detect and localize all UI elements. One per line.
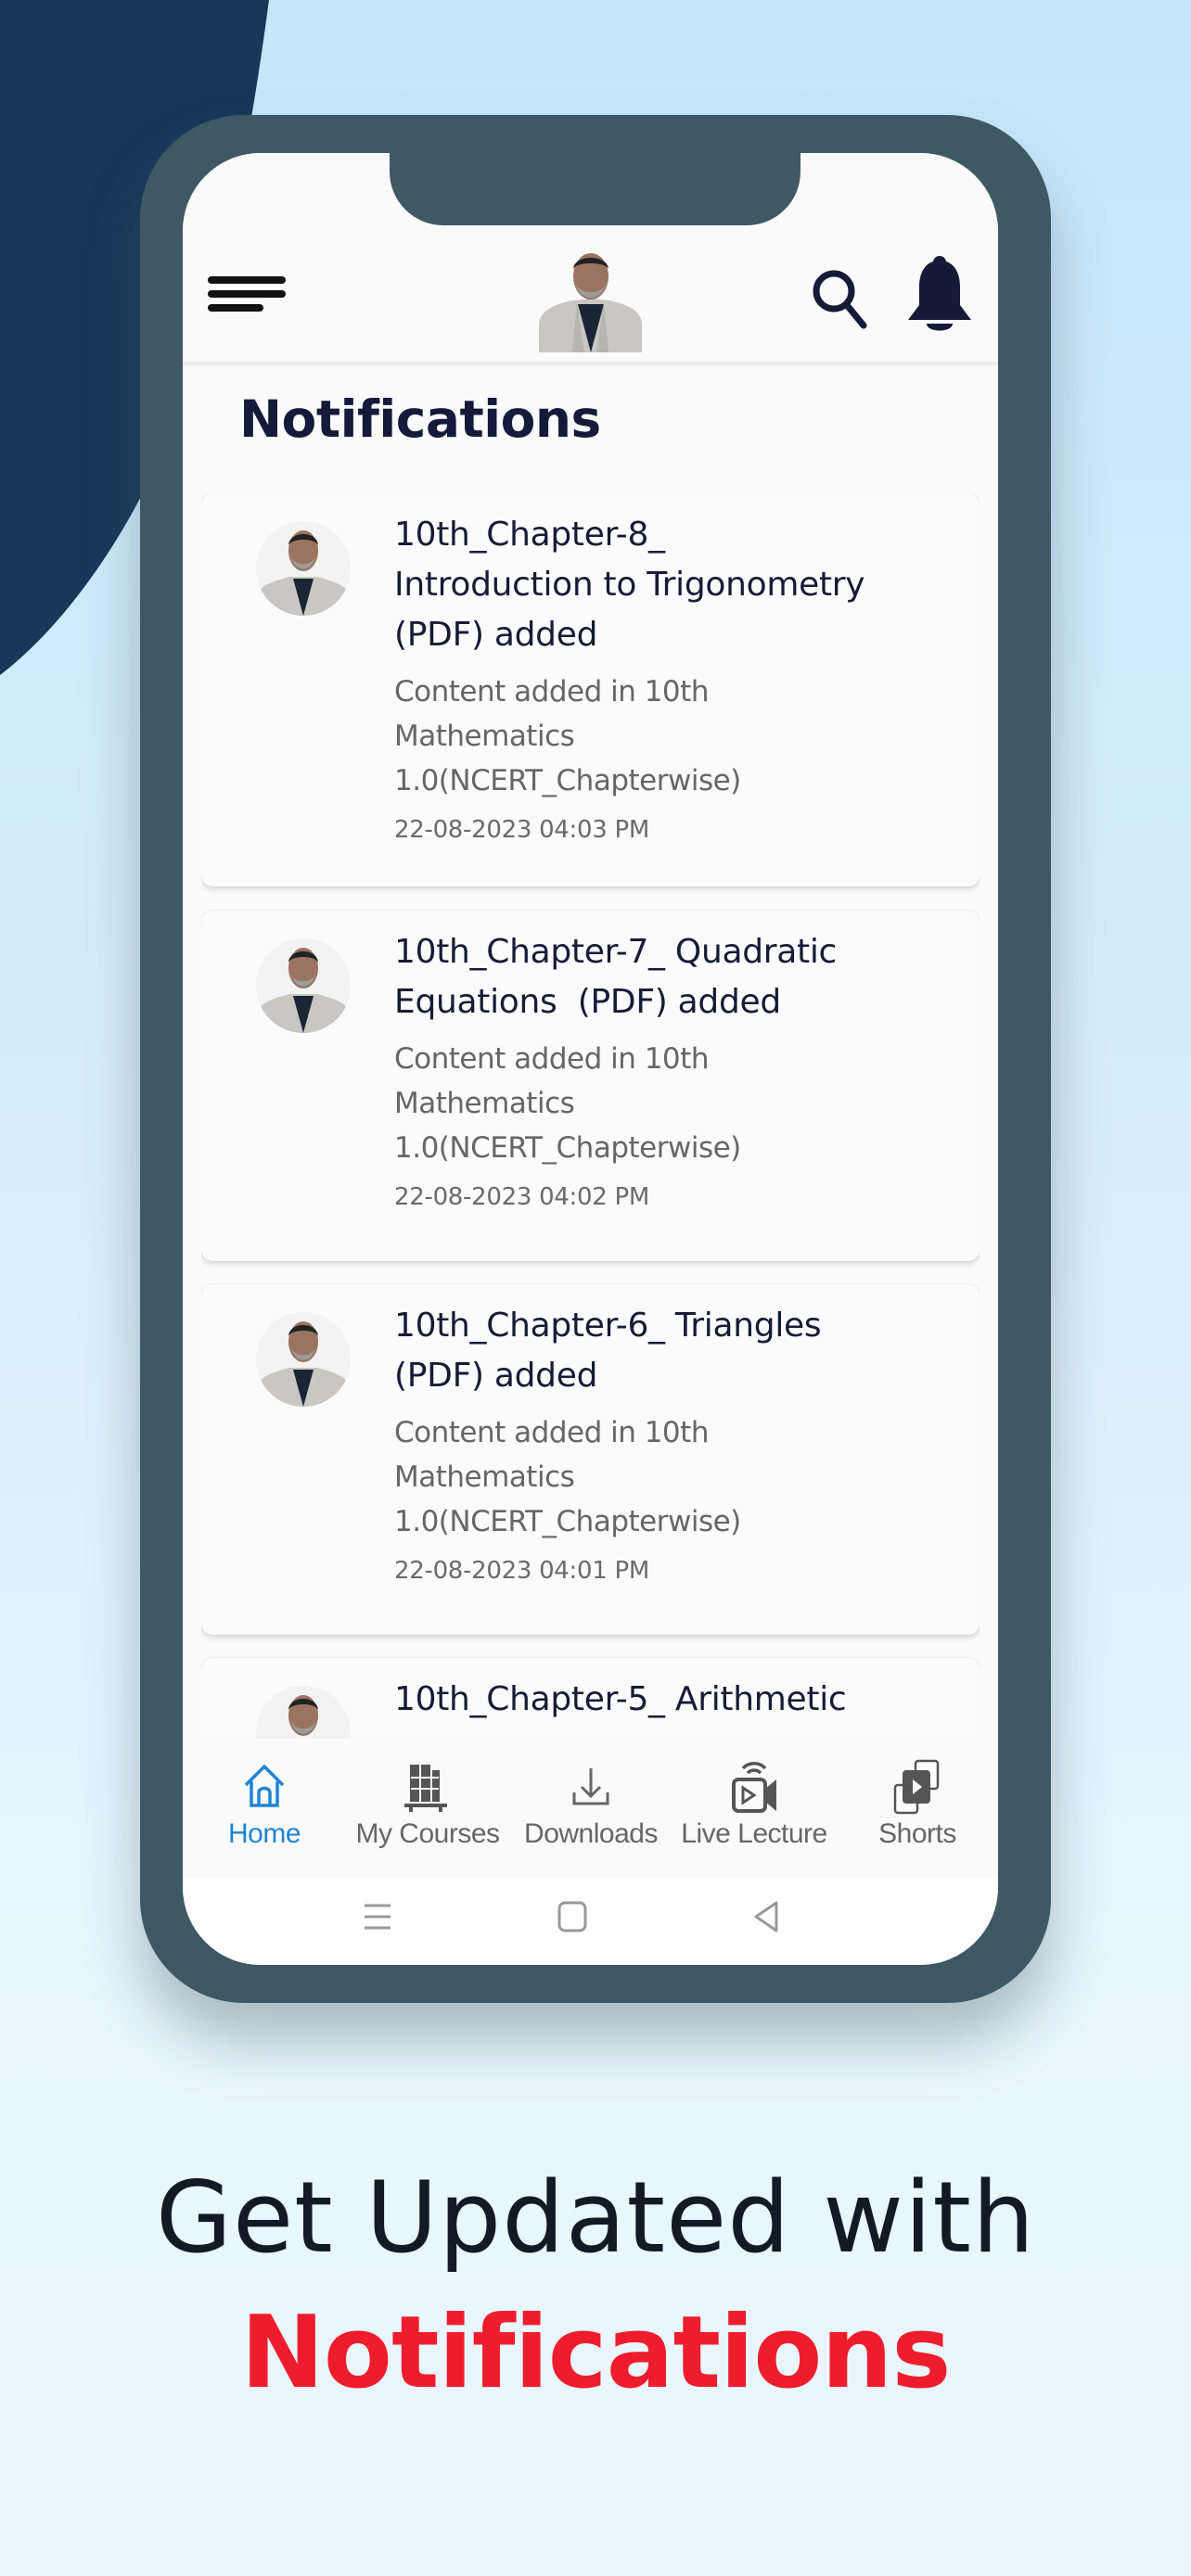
home-button[interactable]: [554, 1898, 591, 1935]
notification-list[interactable]: 10th_Chapter-8_ Introduction to Trigonom…: [201, 493, 980, 1739]
notification-title: 10th_Chapter-6_ Triangles (PDF) added: [394, 1301, 952, 1401]
notification-card[interactable]: 10th_Chapter-8_ Introduction to Trigonom…: [201, 493, 980, 886]
notification-subtitle: Content added in 10th Mathematics 1.0(NC…: [394, 1042, 741, 1165]
title-line: 10th_Chapter-8_: [394, 516, 665, 554]
title-line: (PDF) added: [394, 1357, 598, 1395]
search-icon[interactable]: [810, 267, 871, 332]
nav-item-live-lecture[interactable]: Live Lecture: [672, 1739, 836, 1868]
shorts-icon: [893, 1759, 940, 1815]
notification-date: 22-08-2023 04:01 PM: [394, 1557, 649, 1585]
notification-card[interactable]: 10th_Chapter-6_ Triangles (PDF) added Co…: [201, 1284, 980, 1635]
books-icon: [404, 1765, 447, 1812]
notification-date: 22-08-2023 04:02 PM: [394, 1183, 649, 1211]
nav-item-home[interactable]: Home: [183, 1739, 346, 1868]
avatar-image: [256, 1312, 351, 1407]
instructor-logo[interactable]: [535, 249, 646, 352]
bottom-nav: Home My Courses Downloads Live Lecture S…: [183, 1739, 998, 1878]
nav-label: Home: [227, 1818, 301, 1849]
title-line: 10th_Chapter-6_ Triangles: [394, 1307, 822, 1345]
avatar-image: [256, 938, 351, 1033]
notification-title: 10th_Chapter-7_ Quadratic Equations (PDF…: [394, 927, 952, 1027]
download-icon: [572, 1768, 609, 1805]
nav-label: Shorts: [878, 1818, 956, 1849]
nav-label: My Courses: [355, 1818, 500, 1849]
title-line: 10th_Chapter-7_ Quadratic: [394, 933, 838, 971]
phone-notch: [390, 153, 800, 225]
nav-item-downloads[interactable]: Downloads: [509, 1739, 672, 1868]
notification-subtitle: Content added in 10th Mathematics 1.0(NC…: [394, 675, 741, 797]
notification-card[interactable]: 10th_Chapter-7_ Quadratic Equations (PDF…: [201, 911, 980, 1261]
recents-button[interactable]: [359, 1898, 396, 1935]
notification-card[interactable]: 10th_Chapter-5_ Arithmetic: [201, 1658, 980, 1739]
home-icon: [244, 1765, 285, 1807]
notification-content: 10th_Chapter-6_ Triangles (PDF) added Co…: [394, 1301, 952, 1585]
notification-content: 10th_Chapter-8_ Introduction to Trigonom…: [394, 510, 952, 844]
avatar: [256, 521, 351, 616]
notification-subtitle: Content added in 10th Mathematics 1.0(NC…: [394, 1416, 741, 1538]
phone-screen: Notifications 10th_Chapter-8_ Introducti…: [183, 153, 998, 1965]
nav-label: Live Lecture: [681, 1818, 827, 1849]
avatar: [256, 938, 351, 1033]
avatar: [256, 1312, 351, 1407]
nav-label: Downloads: [524, 1818, 658, 1849]
menu-icon[interactable]: [208, 276, 286, 319]
page-title: Notifications: [239, 389, 601, 449]
notification-content: 10th_Chapter-5_ Arithmetic: [394, 1675, 952, 1725]
title-line: Equations (PDF) added: [394, 983, 781, 1021]
notification-title: 10th_Chapter-5_ Arithmetic: [394, 1675, 952, 1725]
tagline-line-1: Get Updated with: [155, 2161, 1036, 2275]
title-line: (PDF) added: [394, 616, 598, 654]
avatar: [256, 1686, 351, 1739]
system-navigation-bar: [183, 1878, 998, 1965]
nav-item-shorts[interactable]: Shorts: [836, 1739, 998, 1868]
title-line: 10th_Chapter-5_ Arithmetic: [394, 1680, 847, 1718]
title-line: Introduction to Trigonometry: [394, 566, 865, 604]
tagline-line-2: Notifications: [240, 2295, 951, 2411]
nav-item-my-courses[interactable]: My Courses: [346, 1739, 509, 1868]
notification-content: 10th_Chapter-7_ Quadratic Equations (PDF…: [394, 927, 952, 1211]
back-button[interactable]: [749, 1898, 786, 1935]
avatar-image: [256, 521, 351, 616]
bell-icon[interactable]: [904, 255, 975, 338]
avatar-image: [256, 1686, 351, 1739]
notification-title: 10th_Chapter-8_ Introduction to Trigonom…: [394, 510, 952, 660]
live-video-icon: [732, 1762, 776, 1813]
notification-date: 22-08-2023 04:03 PM: [394, 816, 649, 844]
